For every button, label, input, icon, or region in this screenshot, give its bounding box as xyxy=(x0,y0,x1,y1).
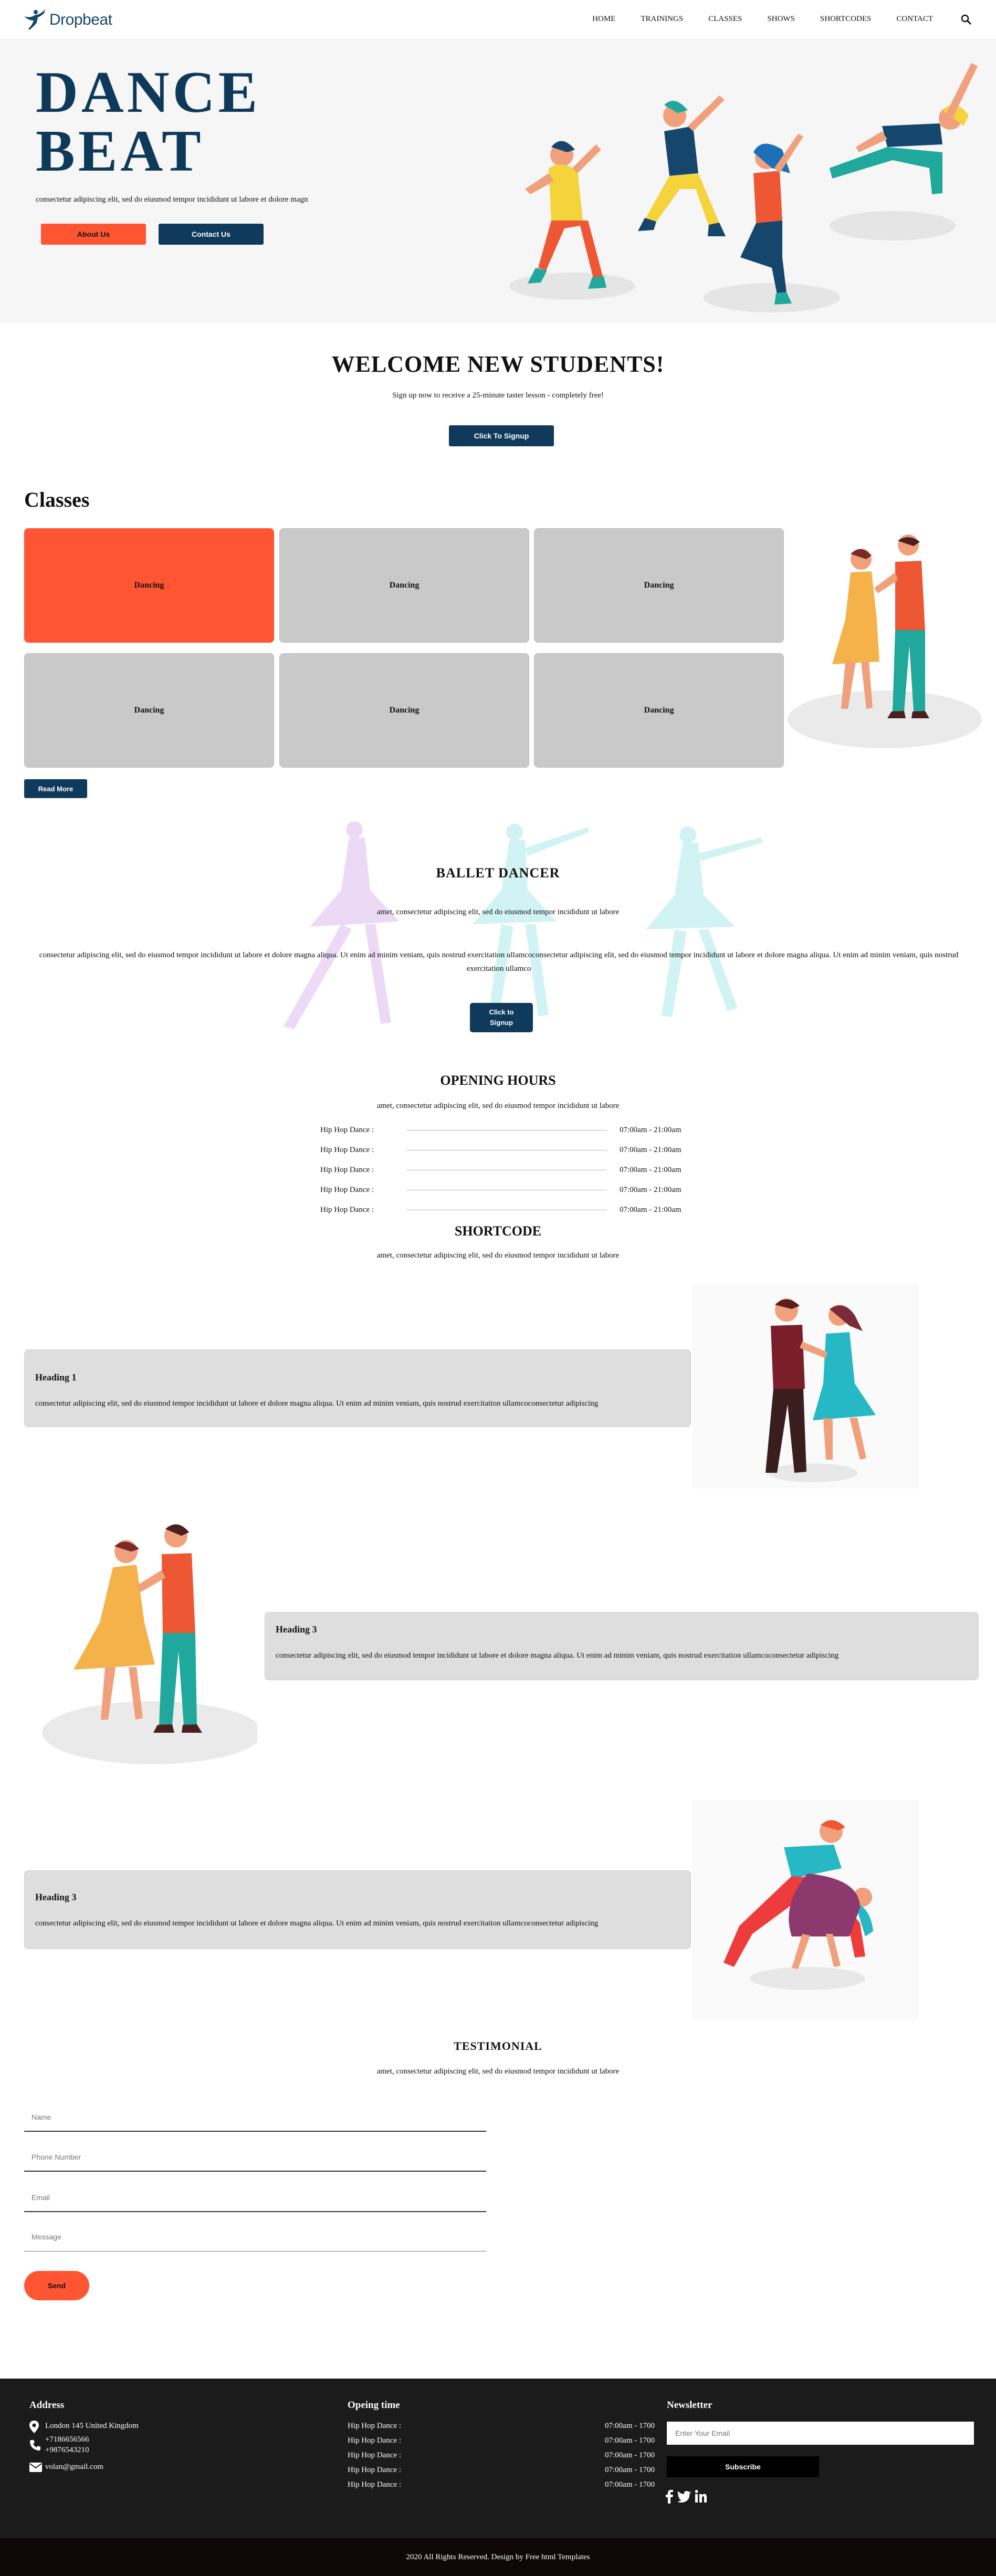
testimonial-subtitle: amet, consectetur adipiscing elit, sed d… xyxy=(376,2067,620,2076)
copyright-text: 2020 All Rights Reserved. Design by Free… xyxy=(406,2552,590,2561)
panel-text: consectetur adipiscing elit, sed do eius… xyxy=(276,1651,839,1660)
search-icon[interactable] xyxy=(960,14,972,25)
brand-name: Dropbeat xyxy=(49,11,112,28)
mail-icon xyxy=(29,2463,42,2472)
opening-hours-title: OPENING HOURS xyxy=(440,1073,556,1088)
phone-field[interactable]: Phone Number xyxy=(24,2135,486,2172)
class-card[interactable]: Dancing xyxy=(279,528,529,643)
shortcode-subtitle: amet, consectetur adipiscing elit, sed d… xyxy=(376,1251,620,1260)
nav-home[interactable]: HOME xyxy=(592,15,615,24)
twitter-icon[interactable] xyxy=(677,2491,691,2502)
location-pin-icon xyxy=(29,2421,39,2433)
dancer-logo-icon xyxy=(24,9,45,30)
opening-hours-subtitle: amet, consectetur adipiscing elit, sed d… xyxy=(376,1102,620,1110)
name-field[interactable]: Name xyxy=(24,2095,486,2132)
hours-row: Hip Hop Dance :07:00am - 21:00am xyxy=(320,1205,682,1214)
logo[interactable]: Dropbeat xyxy=(23,7,112,33)
hero-title: DANCE BEAT xyxy=(36,60,261,184)
class-card[interactable]: Dancing xyxy=(534,653,784,768)
email-text: volan@gmail.com xyxy=(45,2463,103,2471)
panel-text: consectetur adipiscing elit, sed do eius… xyxy=(35,1399,599,1408)
hours-row: Hip Hop Dance :07:00am - 21:00am xyxy=(320,1145,682,1154)
shortcode-panel: Heading 3 consectetur adipiscing elit, s… xyxy=(24,1870,691,1949)
couple-dancers-illustration xyxy=(692,1284,919,1489)
shortcode-title: SHORTCODE xyxy=(454,1223,542,1239)
hours-row: Hip Hop Dance :07:00am - 21:00am xyxy=(320,1125,682,1134)
site-header: Dropbeat HOME TRAININGS CLASSES SHOWS SH… xyxy=(0,0,996,40)
copyright-bar: 2020 All Rights Reserved. Design by Free… xyxy=(0,2538,996,2576)
contact-us-button[interactable]: Contact Us xyxy=(159,224,264,245)
ballet-title: BALLET DANCER xyxy=(436,865,560,881)
newsletter-email-input[interactable] xyxy=(667,2422,974,2445)
ballet-subtitle: amet, consectetur adipiscing elit, sed d… xyxy=(376,908,620,916)
class-card[interactable]: Dancing xyxy=(534,528,784,643)
email-field[interactable]: Email xyxy=(24,2175,486,2212)
address-text: London 145 United Kingdom xyxy=(45,2422,139,2430)
nav-trainings[interactable]: TRAININGS xyxy=(641,15,683,24)
footer-hours-row: Hip Hop Dance :07:00am - 1700 xyxy=(348,2436,655,2445)
phone-number-1: +7186656566 xyxy=(45,2435,89,2444)
opening-time-title: Opeing time xyxy=(348,2400,400,2411)
hours-row: Hip Hop Dance :07:00am - 21:00am xyxy=(320,1185,682,1194)
phone-icon xyxy=(30,2440,40,2451)
address-title: Address xyxy=(29,2400,65,2411)
panel-heading: Heading 3 xyxy=(276,1624,317,1635)
facebook-icon[interactable] xyxy=(666,2490,673,2504)
nav-classes[interactable]: CLASSES xyxy=(708,15,742,24)
subscribe-button[interactable]: Subscribe xyxy=(667,2456,819,2477)
phone-number-2: +9876543210 xyxy=(45,2446,89,2454)
hours-row: Hip Hop Dance :07:00am - 21:00am xyxy=(320,1165,682,1174)
shortcode-panel: Heading 3 consectetur adipiscing elit, s… xyxy=(265,1612,979,1680)
main-nav: HOME TRAININGS CLASSES SHOWS SHORTCODES … xyxy=(592,15,933,24)
class-card[interactable]: Dancing xyxy=(24,528,274,643)
site-footer: Address London 145 United Kingdom +71866… xyxy=(0,2379,996,2538)
footer-hours-row: Hip Hop Dance :07:00am - 1700 xyxy=(348,2451,655,2459)
ballet-signup-button[interactable]: Click to Signup xyxy=(470,1003,533,1032)
couple-dancers-illustration xyxy=(42,1524,257,1764)
linkedin-icon[interactable] xyxy=(695,2490,707,2502)
classes-title: Classes xyxy=(24,488,90,511)
signup-button[interactable]: Click To Signup xyxy=(449,425,554,446)
footer-hours-row: Hip Hop Dance :07:00am - 1700 xyxy=(348,2465,655,2474)
class-card[interactable]: Dancing xyxy=(24,653,274,768)
couple-dancers-illustration xyxy=(788,535,982,748)
ballet-background-illustration xyxy=(284,821,762,1029)
send-button[interactable]: Send xyxy=(24,2271,89,2300)
footer-hours-row: Hip Hop Dance :07:00am - 1700 xyxy=(348,2480,655,2489)
footer-hours-row: Hip Hop Dance :07:00am - 1700 xyxy=(348,2421,655,2430)
panel-heading: Heading 3 xyxy=(35,1892,77,1902)
newsletter-title: Newsletter xyxy=(667,2400,712,2411)
ballet-body-text: consectetur adipiscing elit, sed do eius… xyxy=(39,951,959,973)
about-us-button[interactable]: About Us xyxy=(41,224,146,245)
panel-heading: Heading 1 xyxy=(35,1372,77,1383)
read-more-button[interactable]: Read More xyxy=(24,779,87,798)
welcome-title: WELCOME NEW STUDENTS! xyxy=(331,351,665,377)
nav-shows[interactable]: SHOWS xyxy=(767,15,795,24)
footer-hours-list: Hip Hop Dance :07:00am - 1700 Hip Hop Da… xyxy=(348,2418,655,2492)
nav-shortcodes[interactable]: SHORTCODES xyxy=(820,15,871,24)
message-field[interactable]: Message xyxy=(24,2215,486,2252)
hero-dancers-illustration xyxy=(509,63,978,312)
couple-dancers-illustration xyxy=(692,1800,919,2020)
testimonial-title: TESTIMONIAL xyxy=(454,2039,542,2053)
shortcode-panel: Heading 1 consectetur adipiscing elit, s… xyxy=(24,1349,691,1427)
hero-subtitle: consectetur adipiscing elit, sed do eius… xyxy=(36,195,308,204)
panel-text: consectetur adipiscing elit, sed do eius… xyxy=(35,1919,599,1928)
nav-contact[interactable]: CONTACT xyxy=(896,15,933,24)
class-card[interactable]: Dancing xyxy=(279,653,529,768)
welcome-subtitle: Sign up now to receive a 25-minute taste… xyxy=(392,391,604,400)
